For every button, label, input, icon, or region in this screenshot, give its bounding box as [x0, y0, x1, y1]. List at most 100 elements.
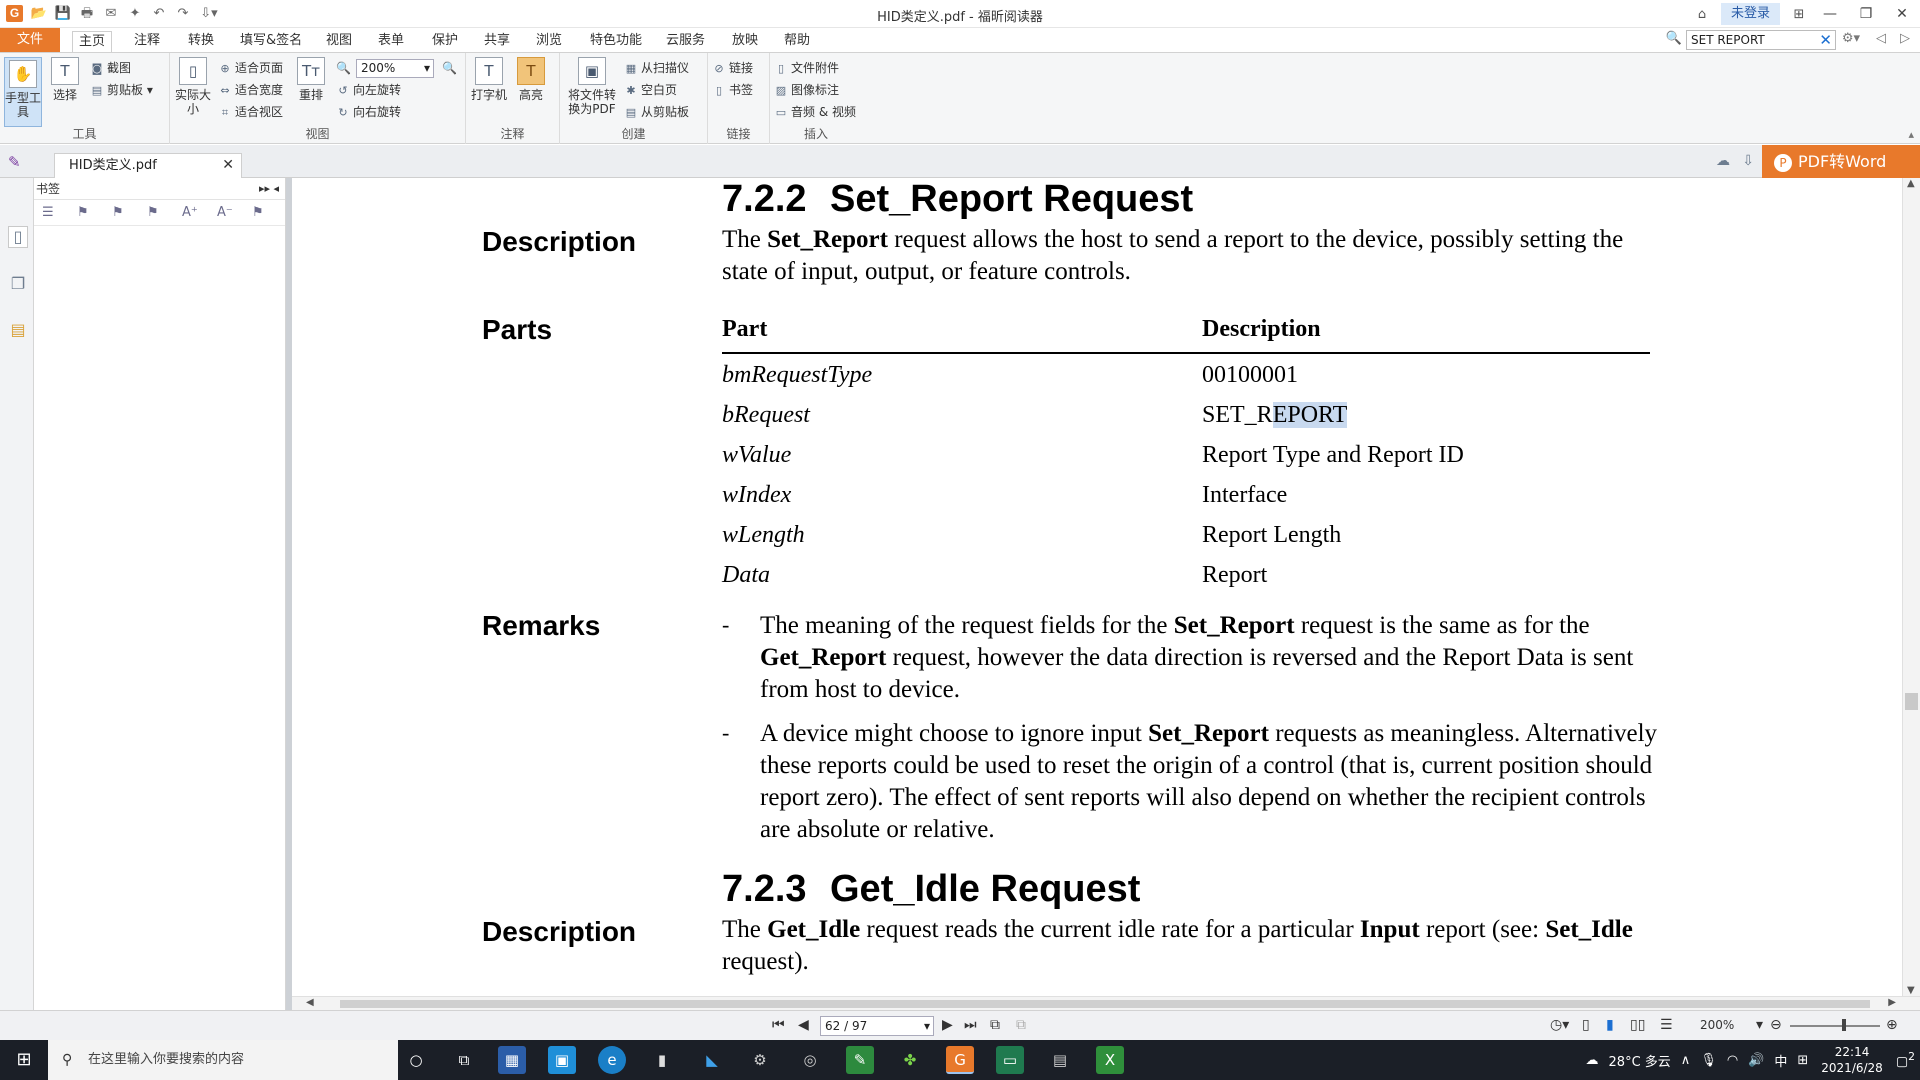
page-number-input[interactable]: 62 / 97 ▾: [820, 1016, 934, 1036]
foxit-taskbar-icon[interactable]: G: [946, 1046, 974, 1074]
next-page-icon[interactable]: ▶: [942, 1017, 953, 1033]
autoscroll-icon[interactable]: ◷▾: [1550, 1017, 1569, 1033]
panel-controls-icon[interactable]: ▸▸ ◂: [259, 178, 279, 200]
comments-panel-icon[interactable]: ▤: [8, 320, 28, 342]
download-icon[interactable]: ⇩: [1742, 153, 1754, 169]
skin-icon[interactable]: ⌂: [1689, 7, 1715, 22]
facing-page-icon[interactable]: ▯▯: [1630, 1017, 1645, 1033]
continuous-page-icon[interactable]: ▮: [1606, 1017, 1614, 1033]
actual-size-button[interactable]: ▯ 实际大小: [174, 57, 212, 116]
tab-fill-sign[interactable]: 填写&签名: [236, 31, 306, 52]
image-annotation-button[interactable]: ▨ 图像标注: [774, 81, 839, 99]
horizontal-scrollbar[interactable]: ◀ ▶: [292, 996, 1920, 1010]
tab-protect[interactable]: 保护: [428, 31, 462, 52]
tab-convert[interactable]: 转换: [184, 31, 218, 52]
from-clipboard-button[interactable]: ▤ 从剪贴板: [624, 103, 689, 121]
zoom-dropdown-icon[interactable]: ▾: [1756, 1017, 1763, 1033]
tab-browse[interactable]: 浏览: [532, 31, 566, 52]
document-view[interactable]: 7.2.2 Set_Report Request Description The …: [292, 178, 1902, 996]
first-page-icon[interactable]: ⏮: [772, 1017, 785, 1033]
volume-icon[interactable]: 🔊: [1748, 1053, 1764, 1068]
file-attachment-button[interactable]: ▯ 文件附件: [774, 59, 839, 77]
document-tab[interactable]: HID类定义.pdf ✕: [54, 153, 242, 178]
collapse-bookmark-icon[interactable]: ⚑: [145, 205, 180, 220]
printer-app-icon[interactable]: ▤: [1046, 1046, 1074, 1074]
login-button[interactable]: 未登录: [1720, 3, 1780, 25]
clover-icon[interactable]: ✤: [896, 1046, 924, 1074]
ime-indicator[interactable]: 中: [1774, 1051, 1787, 1070]
zoom-slider[interactable]: [1790, 1025, 1880, 1027]
hand-tool-button[interactable]: ✋ 手型工具: [4, 57, 42, 127]
bookmark-options-icon[interactable]: ☰: [40, 205, 75, 220]
edge-icon[interactable]: e: [598, 1046, 626, 1074]
zoom-in-icon[interactable]: ⊕: [1886, 1017, 1898, 1033]
taskbar-search[interactable]: ⚲ 在这里输入你要搜索的内容: [48, 1040, 398, 1080]
vscode-icon[interactable]: ◣: [698, 1046, 726, 1074]
terminal-icon[interactable]: ▭: [996, 1046, 1024, 1074]
previous-page-icon[interactable]: ◀: [798, 1017, 809, 1033]
close-button[interactable]: ✕: [1884, 6, 1920, 22]
keyboard-icon[interactable]: ⊞: [1797, 1053, 1808, 1068]
previous-view-icon[interactable]: ⧉: [990, 1017, 1000, 1033]
link-button[interactable]: ⊘ 链接: [712, 59, 753, 77]
fit-width-button[interactable]: ⇔ 适合宽度: [218, 81, 283, 99]
reflow-button[interactable]: Tт 重排: [292, 57, 330, 102]
bookmarks-panel-icon[interactable]: ▯: [8, 226, 28, 248]
show-hidden-icon[interactable]: ∧: [1681, 1053, 1691, 1068]
start-windows-icon[interactable]: ⊞: [0, 1040, 48, 1080]
restore-button[interactable]: ❐: [1848, 6, 1884, 22]
scroll-right-icon[interactable]: ▶: [1888, 997, 1896, 1008]
forward-icon[interactable]: ▷: [1900, 31, 1910, 46]
horizontal-scroll-thumb[interactable]: [340, 1000, 1870, 1008]
blank-page-button[interactable]: ✱ 空白页: [624, 81, 677, 99]
photos-icon[interactable]: ▣: [548, 1046, 576, 1074]
status-zoom-level[interactable]: 200%: [1700, 1018, 1734, 1032]
tab-help[interactable]: 帮助: [780, 31, 814, 52]
add-bookmark-icon[interactable]: ⚑: [75, 205, 110, 220]
notepad-icon[interactable]: ✎: [846, 1046, 874, 1074]
font-smaller-icon[interactable]: A⁻: [215, 205, 250, 220]
zoom-out-icon[interactable]: ⊖: [1770, 1017, 1782, 1033]
cortana-icon[interactable]: ○: [402, 1046, 430, 1074]
wifi-icon[interactable]: ◠: [1727, 1053, 1738, 1068]
snapshot-button[interactable]: ◙ 截图: [90, 59, 131, 77]
rotate-right-button[interactable]: ↻ 向右旋转: [336, 103, 401, 121]
sidebar-toggle-icon[interactable]: ✎: [8, 153, 26, 171]
pdf-to-word-button[interactable]: P PDF转Word: [1762, 145, 1920, 178]
find-bookmark-icon[interactable]: ⚑: [250, 205, 285, 220]
cloud-icon[interactable]: ☁: [1716, 153, 1730, 169]
clipboard-button[interactable]: ▤ 剪贴板 ▾: [90, 81, 153, 99]
tab-slideshow[interactable]: 放映: [728, 31, 762, 52]
typewriter-button[interactable]: T 打字机: [470, 57, 508, 102]
scroll-up-icon[interactable]: ▲: [1907, 178, 1915, 189]
pages-panel-icon[interactable]: ❐: [8, 274, 28, 296]
chrome-app-icon[interactable]: ◎: [796, 1046, 824, 1074]
scroll-down-icon[interactable]: ▼: [1907, 985, 1915, 996]
last-page-icon[interactable]: ⏭: [964, 1017, 977, 1033]
back-icon[interactable]: ◁: [1876, 31, 1886, 46]
search-input[interactable]: SET REPORT: [1686, 30, 1836, 50]
continuous-facing-icon[interactable]: ☰: [1660, 1017, 1673, 1033]
clock[interactable]: 22:14 2021/6/28: [1821, 1044, 1883, 1076]
tab-features[interactable]: 特色功能: [586, 31, 646, 52]
expand-bookmark-icon[interactable]: ⚑: [110, 205, 145, 220]
usb-tool-icon[interactable]: ▮: [648, 1046, 676, 1074]
audio-video-button[interactable]: ▭ 音频 & 视频: [774, 103, 856, 121]
bookmark-button[interactable]: ▯ 书签: [712, 81, 753, 99]
from-scanner-button[interactable]: ▦ 从扫描仪: [624, 59, 689, 77]
rotate-left-button[interactable]: ↺ 向左旋转: [336, 81, 401, 99]
fit-visible-button[interactable]: ⌗ 适合视区: [218, 103, 283, 121]
zoom-dropdown[interactable]: 200% ▾: [356, 59, 434, 78]
tab-comment[interactable]: 注释: [130, 31, 164, 52]
excel-icon[interactable]: X: [1096, 1046, 1124, 1074]
fit-page-button[interactable]: ⊕ 适合页面: [218, 59, 283, 77]
vertical-scrollbar[interactable]: ▲ ▼: [1902, 178, 1920, 996]
tab-form[interactable]: 表单: [374, 31, 408, 52]
clear-search-icon[interactable]: ✕: [1819, 31, 1832, 49]
gear-app-icon[interactable]: ⚙: [746, 1046, 774, 1074]
microphone-icon[interactable]: 🎙: [1700, 1053, 1717, 1068]
minimize-button[interactable]: —: [1812, 6, 1848, 22]
tab-cloud[interactable]: 云服务: [662, 31, 709, 52]
tab-view[interactable]: 视图: [322, 31, 356, 52]
highlight-button[interactable]: T 高亮: [512, 57, 550, 102]
